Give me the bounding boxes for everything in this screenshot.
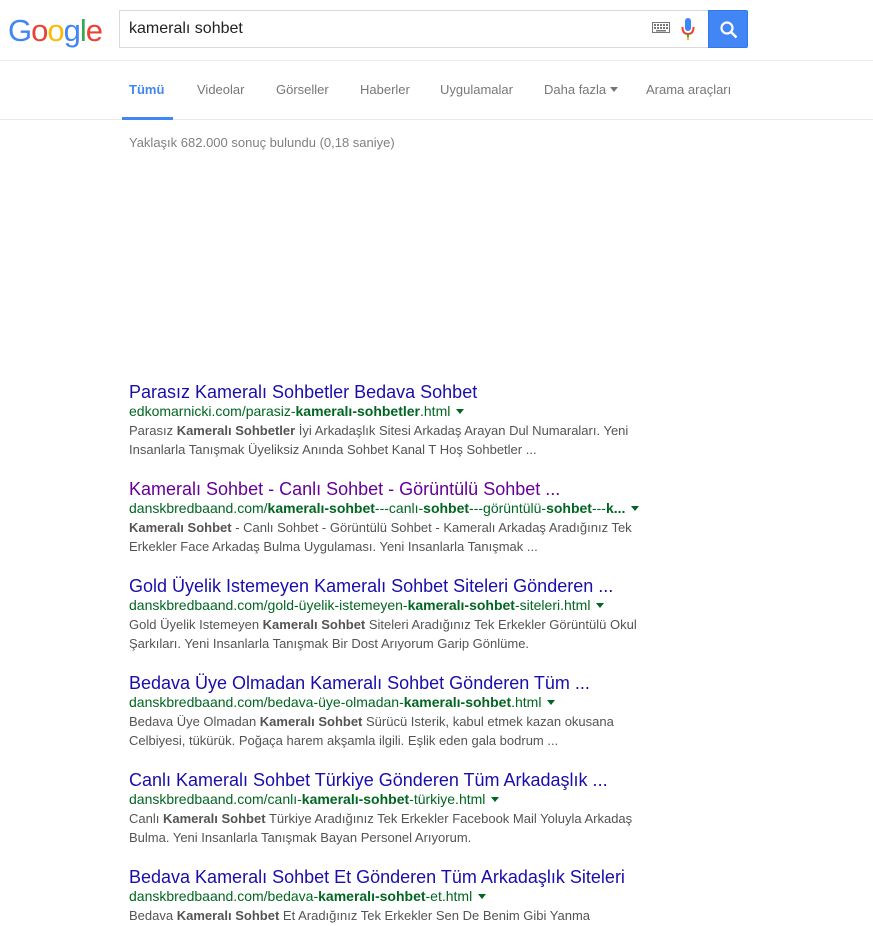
search-result: Parasız Kameralı Sohbetler Bedava Sohbet… [129,381,689,459]
logo-letter: o [47,13,64,48]
keyboard-icon[interactable] [652,22,670,33]
result-url: edkomarnicki.com/parasiz-kameralı-sohbet… [129,403,689,420]
result-title-link[interactable]: Canlı Kameralı Sohbet Türkiye Gönderen T… [129,769,689,791]
result-snippet: Parasız Kameralı Sohbetler İyi Arkadaşlı… [129,423,629,457]
google-logo[interactable]: Google [8,13,103,49]
logo-letter: o [31,13,48,48]
result-url: danskbredbaand.com/kameralı-sohbet---can… [129,500,689,517]
url-menu-caret-icon[interactable] [456,409,465,414]
result-snippet: Bedava Kameralı Sohbet Et Aradığınız Tek… [129,908,591,923]
result-stats: Yaklaşık 682.000 sonuç bulundu (0,18 san… [129,135,395,150]
url-menu-caret-icon[interactable] [478,894,487,899]
search-box[interactable] [119,10,708,48]
search-result: Gold Üyelik Istemeyen Kameralı Sohbet Si… [129,575,689,653]
search-result: Kameralı Sohbet - Canlı Sohbet - Görüntü… [129,478,689,556]
search-result: Bedava Üye Olmadan Kameralı Sohbet Gönde… [129,672,689,750]
result-title-link[interactable]: Kameralı Sohbet - Canlı Sohbet - Görüntü… [129,478,689,500]
tab-more-label: Daha fazla [544,82,607,97]
result-title-link[interactable]: Parasız Kameralı Sohbetler Bedava Sohbet [129,381,689,403]
tab-images[interactable]: Görseller [276,82,329,97]
result-snippet: Canlı Kameralı Sohbet Türkiye Aradığınız… [129,811,633,845]
result-snippet: Kameralı Sohbet - Canlı Sohbet - Görüntü… [129,520,632,554]
result-title-link[interactable]: Gold Üyelik Istemeyen Kameralı Sohbet Si… [129,575,689,597]
search-result: Canlı Kameralı Sohbet Türkiye Gönderen T… [129,769,689,847]
tab-videos[interactable]: Videolar [197,82,244,97]
url-menu-caret-icon[interactable] [631,506,640,511]
result-url: danskbredbaand.com/gold-üyelik-istemeyen… [129,597,689,614]
header: Google [0,0,873,60]
result-title-link[interactable]: Bedava Kameralı Sohbet Et Gönderen Tüm A… [129,866,689,888]
url-menu-caret-icon[interactable] [491,797,500,802]
result-url: danskbredbaand.com/bedava-üye-olmadan-ka… [129,694,689,711]
chevron-down-icon [610,87,619,92]
url-menu-caret-icon[interactable] [547,700,556,705]
tab-all[interactable]: Tümü [129,82,164,97]
url-menu-caret-icon[interactable] [596,603,605,608]
logo-letter: g [63,13,81,48]
result-title-link[interactable]: Bedava Üye Olmadan Kameralı Sohbet Gönde… [129,672,689,694]
result-url: danskbredbaand.com/canlı-kameralı-sohbet… [129,791,689,808]
search-icon [720,21,738,39]
search-result: Bedava Kameralı Sohbet Et Gönderen Tüm A… [129,866,689,925]
search-tabs: Tümü Videolar Görseller Haberler Uygulam… [0,60,873,120]
result-url: danskbredbaand.com/bedava-kameralı-sohbe… [129,888,689,905]
active-tab-indicator [122,117,173,120]
search-input[interactable] [129,11,629,47]
tab-more[interactable]: Daha fazla [544,82,619,97]
tab-apps[interactable]: Uygulamalar [440,82,513,97]
logo-letter: e [85,13,103,48]
tab-news[interactable]: Haberler [360,82,410,97]
tab-search-tools[interactable]: Arama araçları [646,82,731,97]
result-snippet: Gold Üyelik Istemeyen Kameralı Sohbet Si… [129,617,637,651]
microphone-icon[interactable] [681,18,695,40]
result-snippet: Bedava Üye Olmadan Kameralı Sohbet Sürüc… [129,714,614,748]
search-button[interactable] [708,10,748,48]
logo-letter: G [8,13,32,48]
